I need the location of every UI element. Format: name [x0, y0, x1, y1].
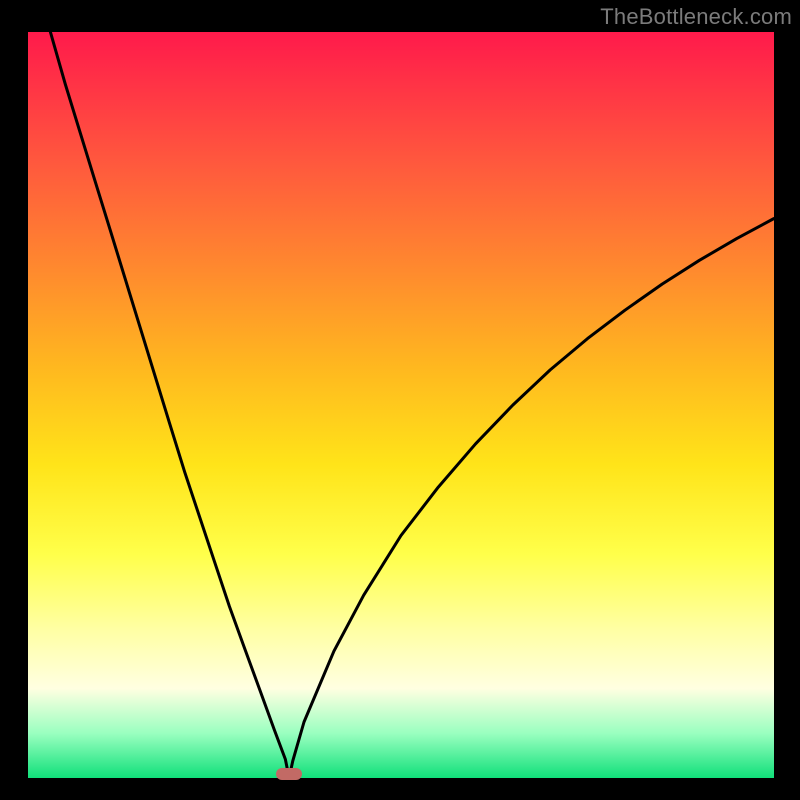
watermark-text: TheBottleneck.com	[600, 4, 792, 30]
optimal-marker	[276, 768, 302, 780]
chart-plot-area	[28, 32, 774, 778]
bottleneck-curve	[28, 32, 774, 778]
